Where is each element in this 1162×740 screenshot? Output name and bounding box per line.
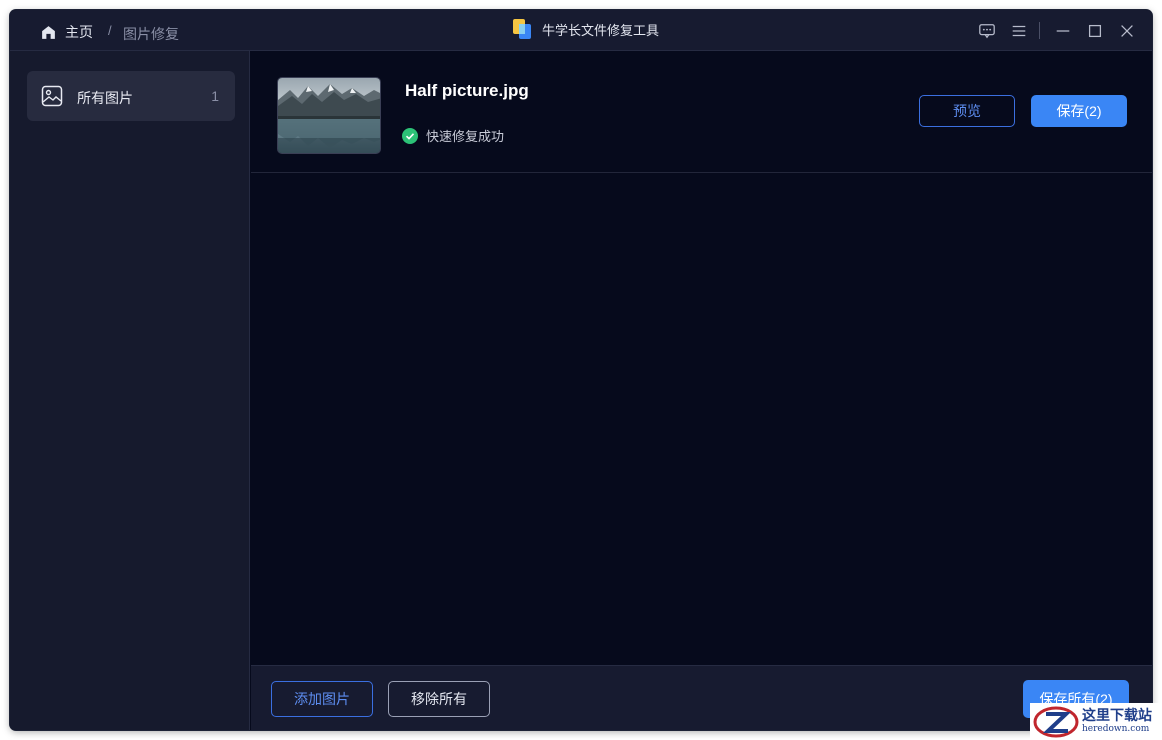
- close-icon: [1121, 25, 1133, 37]
- close-button[interactable]: [1117, 21, 1137, 41]
- main-panel: Half picture.jpg 快速修复成功 预览 保存(2) 添加图片 移除…: [251, 51, 1152, 730]
- watermark-cn: 这里下载站: [1082, 708, 1152, 724]
- minimize-button[interactable]: [1053, 21, 1073, 41]
- message-icon: [979, 24, 995, 39]
- sidebar-item-count: 1: [211, 88, 219, 104]
- home-icon: [42, 25, 55, 39]
- breadcrumb-current: 图片修复: [123, 26, 179, 42]
- sidebar: 所有图片 1: [10, 51, 250, 730]
- repair-status-text: 快速修复成功: [426, 129, 505, 144]
- maximize-button[interactable]: [1085, 21, 1105, 41]
- watermark: 这里下载站 heredown.com: [1030, 703, 1162, 740]
- breadcrumb-home-label: 主页: [65, 24, 93, 40]
- check-circle-icon: [402, 127, 418, 144]
- preview-button[interactable]: 预览: [919, 95, 1015, 127]
- sidebar-item-label: 所有图片: [77, 90, 133, 106]
- remove-all-button[interactable]: 移除所有: [388, 681, 490, 717]
- repair-status: 快速修复成功: [402, 126, 504, 145]
- file-thumbnail[interactable]: [277, 77, 381, 154]
- menu-icon: [1012, 25, 1026, 37]
- watermark-en: heredown.com: [1082, 724, 1150, 734]
- menu-button[interactable]: [1009, 21, 1029, 41]
- footer-bar: 添加图片 移除所有 保存所有(2): [251, 665, 1152, 730]
- file-name: Half picture.jpg: [405, 81, 529, 100]
- titlebar-divider: [1039, 22, 1040, 39]
- sidebar-item-all-images[interactable]: 所有图片 1: [27, 71, 235, 121]
- file-row: Half picture.jpg 快速修复成功 预览 保存(2): [251, 51, 1152, 173]
- breadcrumb-separator: /: [108, 23, 112, 38]
- minimize-icon: [1056, 30, 1070, 32]
- breadcrumb-home[interactable]: 主页: [40, 22, 93, 42]
- image-icon: [41, 85, 63, 107]
- maximize-icon: [1088, 24, 1102, 38]
- feedback-button[interactable]: [977, 21, 997, 41]
- app-logo-icon: [512, 18, 532, 40]
- save-button[interactable]: 保存(2): [1031, 95, 1127, 127]
- app-title-text: 牛学长文件修复工具: [542, 22, 660, 38]
- watermark-logo-icon: [1033, 706, 1079, 737]
- app-window: 主页 / 图片修复 牛学长文件修复工具 所有图片 1 Half picture.…: [10, 10, 1152, 730]
- title-bar: 主页 / 图片修复 牛学长文件修复工具: [10, 10, 1152, 51]
- add-images-button[interactable]: 添加图片: [271, 681, 373, 717]
- app-title: 牛学长文件修复工具: [512, 18, 659, 40]
